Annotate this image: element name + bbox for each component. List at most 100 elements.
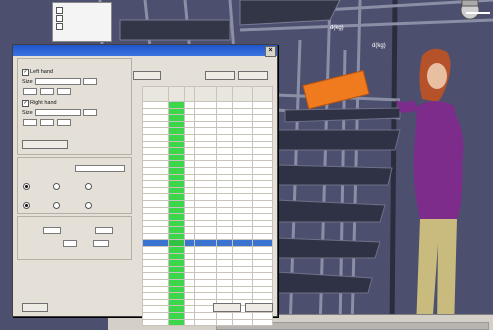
column-header[interactable] [194, 86, 217, 102]
table-row[interactable] [142, 127, 273, 135]
stance-option-radio[interactable] [53, 183, 60, 190]
table-cell [216, 180, 233, 188]
left-hand-field[interactable] [83, 78, 97, 85]
extra-support-radio[interactable] [85, 202, 92, 209]
table-cell [252, 292, 273, 300]
table-row[interactable] [142, 213, 273, 221]
close-button[interactable] [245, 303, 273, 312]
scene-tree[interactable] [52, 2, 112, 42]
table-cell [184, 259, 195, 267]
cancel-button[interactable] [22, 303, 48, 312]
table-cell [168, 120, 185, 129]
table-cell [168, 219, 185, 228]
table-row[interactable] [142, 226, 273, 234]
apply-button[interactable] [213, 303, 241, 312]
right-hand-checkbox[interactable]: ✓ [22, 100, 29, 107]
column-header[interactable] [252, 86, 273, 102]
dialog-titlebar[interactable]: × [13, 45, 277, 57]
table-cell [142, 272, 169, 281]
left-hand-size-select[interactable] [35, 78, 81, 85]
duration-field[interactable] [93, 240, 109, 247]
right-hand-field[interactable] [40, 119, 54, 126]
table-row[interactable] [142, 173, 273, 182]
save-table-button[interactable] [238, 71, 268, 80]
table-row[interactable] [142, 265, 273, 274]
tree-item[interactable] [56, 15, 65, 22]
table-row[interactable] [142, 166, 273, 175]
hand-options-button[interactable] [22, 140, 68, 149]
table-row[interactable] [142, 272, 273, 281]
right-hand-size-select[interactable] [35, 109, 81, 116]
table-row[interactable] [142, 160, 273, 168]
table-body[interactable] [142, 101, 273, 327]
table-cell [184, 285, 195, 294]
table-row[interactable] [142, 318, 273, 327]
column-header[interactable] [216, 86, 233, 102]
stance-option-radio[interactable] [85, 183, 92, 190]
stance-select[interactable] [75, 165, 125, 172]
column-header[interactable] [232, 86, 253, 102]
time-field[interactable] [43, 227, 61, 234]
task-dialog[interactable]: × ✓ Left hand Size ✓ Right hand Size [12, 44, 278, 327]
table-row[interactable] [142, 279, 273, 287]
table-cell [168, 239, 185, 248]
table-row[interactable] [142, 101, 273, 109]
stance-option-radio[interactable] [23, 183, 30, 190]
select-button[interactable] [133, 71, 161, 80]
table-row[interactable] [142, 219, 273, 228]
table-row[interactable] [142, 153, 273, 162]
table-row[interactable] [142, 246, 273, 254]
table-row[interactable] [142, 252, 273, 261]
checkbox-icon[interactable] [56, 7, 63, 14]
tree-item[interactable] [56, 23, 65, 30]
table-cell [184, 133, 195, 142]
tree-item[interactable] [56, 7, 65, 14]
table-row[interactable] [142, 120, 273, 129]
left-hand-checkbox[interactable]: ✓ [22, 69, 29, 76]
table-row[interactable] [142, 193, 273, 201]
table-cell [168, 101, 185, 109]
table-row[interactable] [142, 114, 273, 122]
table-row[interactable] [142, 133, 273, 142]
column-header[interactable] [142, 86, 169, 102]
table-cell [194, 166, 217, 175]
extra-support-radio[interactable] [23, 202, 30, 209]
close-icon[interactable]: × [265, 46, 276, 57]
table-row[interactable] [142, 186, 273, 195]
table-row[interactable] [142, 180, 273, 188]
extra-support-radio[interactable] [53, 202, 60, 209]
left-hand-field[interactable] [40, 88, 54, 95]
column-header[interactable] [184, 86, 195, 102]
table-cell [216, 252, 233, 261]
table-cell [142, 252, 169, 261]
table-cell [168, 226, 185, 234]
reset-table-button[interactable] [205, 71, 235, 80]
table-cell [232, 312, 253, 320]
results-table[interactable] [142, 86, 273, 327]
left-hand-field[interactable] [57, 88, 71, 95]
time-field[interactable] [95, 227, 113, 234]
table-row[interactable] [142, 232, 273, 241]
table-row[interactable] [142, 147, 273, 155]
table-row[interactable] [142, 199, 273, 208]
table-row[interactable] [142, 206, 273, 215]
table-row[interactable] [142, 259, 273, 267]
checkbox-icon[interactable] [56, 23, 63, 30]
table-row[interactable] [142, 312, 273, 320]
human-figure[interactable] [392, 44, 492, 329]
right-hand-field[interactable] [83, 109, 97, 116]
right-hand-field[interactable] [23, 119, 37, 126]
table-cell [216, 226, 233, 234]
table-cell [216, 120, 233, 129]
left-hand-field[interactable] [23, 88, 37, 95]
column-header[interactable] [168, 86, 185, 102]
table-row[interactable] [142, 140, 273, 149]
table-row[interactable] [142, 239, 273, 248]
table-row[interactable] [142, 292, 273, 300]
table-row[interactable] [142, 285, 273, 294]
table-cell [194, 199, 217, 208]
right-hand-field[interactable] [57, 119, 71, 126]
table-row[interactable] [142, 107, 273, 116]
frequency-field[interactable] [63, 240, 77, 247]
checkbox-icon[interactable] [56, 15, 63, 22]
